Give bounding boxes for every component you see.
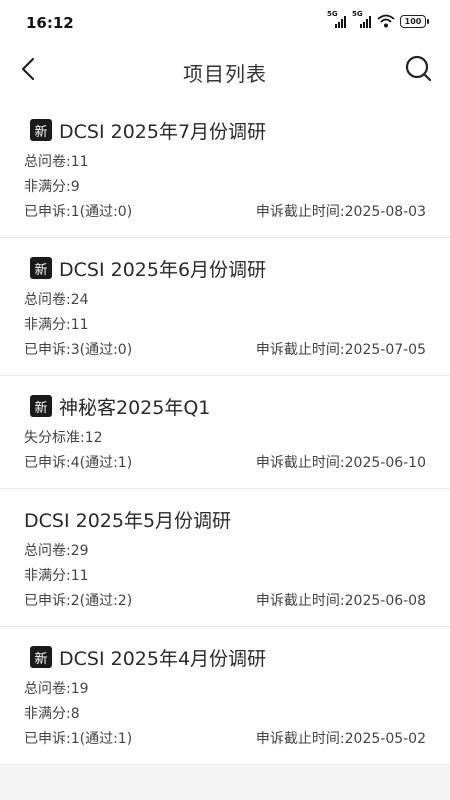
- project-stat: 总问卷:19: [24, 681, 89, 697]
- project-title: 神秘客2025年Q1: [59, 396, 211, 419]
- appeal-count: 已申诉:2(通过:2): [24, 593, 133, 609]
- project-footer: 已申诉:2(通过:2) 申诉截止时间:2025-06-08: [24, 589, 426, 614]
- project-card[interactable]: DCSI 2025年5月份调研总问卷:29 非满分:11 已申诉:2(通过:2) 申诉…: [0, 489, 450, 627]
- navigation-bar: 项目列表: [0, 44, 450, 100]
- project-stat: 非满分:9: [24, 179, 80, 195]
- project-card[interactable]: 新 DCSI 2025年7月份调研总问卷:11 非满分:9 已申诉:1(通过:0) 申诉…: [0, 100, 450, 238]
- project-stat: 非满分:11: [24, 568, 89, 584]
- cellular-signal-icon: 5G: [352, 10, 372, 28]
- appeal-count: 已申诉:3(通过:0): [24, 342, 133, 358]
- project-title-row: 新 DCSI 2025年4月份调研: [24, 643, 426, 671]
- network-type-label: 5G: [352, 10, 363, 18]
- status-icons: 5G 5G 100: [327, 10, 429, 28]
- project-footer: 已申诉:1(通过:0) 申诉截止时间:2025-08-03: [24, 200, 426, 225]
- wifi-icon: [377, 14, 395, 28]
- appeal-deadline: 申诉截止时间:2025-06-10: [255, 455, 426, 471]
- battery-icon: 100: [400, 14, 429, 28]
- project-card[interactable]: 新神秘客2025年Q1 失分标准:12 已申诉:4(通过:1) 申诉截止时间:2025…: [0, 376, 450, 489]
- appeal-count: 已申诉:1(通过:0): [24, 204, 133, 220]
- project-footer: 已申诉:1(通过:1) 申诉截止时间:2025-05-02: [24, 727, 426, 752]
- project-stat: 总问卷:24: [24, 292, 89, 308]
- new-badge: 新: [30, 646, 52, 668]
- page-title: 项目列表: [183, 62, 267, 86]
- project-stat: 非满分:8: [24, 706, 80, 722]
- project-title: DCSI 2025年5月份调研: [24, 509, 232, 532]
- project-card[interactable]: 新 DCSI 2025年6月份调研总问卷:24 非满分:11 已申诉:3(通过:0) 申…: [0, 238, 450, 376]
- project-title-row: 新 DCSI 2025年7月份调研: [24, 116, 426, 144]
- project-title-row: 新 DCSI 2025年6月份调研: [24, 254, 426, 282]
- appeal-deadline: 申诉截止时间:2025-07-05: [255, 342, 426, 358]
- appeal-deadline: 申诉截止时间:2025-08-03: [255, 204, 426, 220]
- project-title: DCSI 2025年6月份调研: [59, 258, 267, 281]
- project-card[interactable]: 新 DCSI 2025年4月份调研总问卷:19 非满分:8 已申诉:1(通过:1) 申诉…: [0, 627, 450, 765]
- project-footer: 已申诉:4(通过:1) 申诉截止时间:2025-06-10: [24, 451, 426, 476]
- network-type-label: 5G: [327, 10, 338, 18]
- project-list: 新 DCSI 2025年7月份调研总问卷:11 非满分:9 已申诉:1(通过:0) 申诉…: [0, 100, 450, 765]
- project-stat: 失分标准:12: [24, 430, 103, 446]
- project-stat: 总问卷:29: [24, 543, 89, 559]
- project-title-row: 新神秘客2025年Q1: [24, 392, 426, 420]
- appeal-deadline: 申诉截止时间:2025-06-08: [255, 593, 426, 609]
- new-badge: 新: [30, 395, 52, 417]
- project-footer: 已申诉:3(通过:0) 申诉截止时间:2025-07-05: [24, 338, 426, 363]
- new-badge: 新: [30, 119, 52, 141]
- battery-level: 100: [404, 16, 422, 26]
- project-title: DCSI 2025年7月份调研: [59, 120, 267, 143]
- status-time: 16:12: [26, 14, 74, 32]
- appeal-count: 已申诉:4(通过:1): [24, 455, 133, 471]
- appeal-count: 已申诉:1(通过:1): [24, 731, 133, 747]
- project-title: DCSI 2025年4月份调研: [59, 647, 267, 670]
- status-bar: 16:12 5G 5G 100: [0, 0, 450, 44]
- appeal-deadline: 申诉截止时间:2025-05-02: [255, 731, 426, 747]
- new-badge: 新: [30, 257, 52, 279]
- cellular-signal-icon: 5G: [327, 10, 347, 28]
- search-icon[interactable]: [404, 54, 434, 84]
- project-stat: 非满分:11: [24, 317, 89, 333]
- project-stat: 总问卷:11: [24, 154, 89, 170]
- project-title-row: DCSI 2025年5月份调研: [24, 505, 426, 533]
